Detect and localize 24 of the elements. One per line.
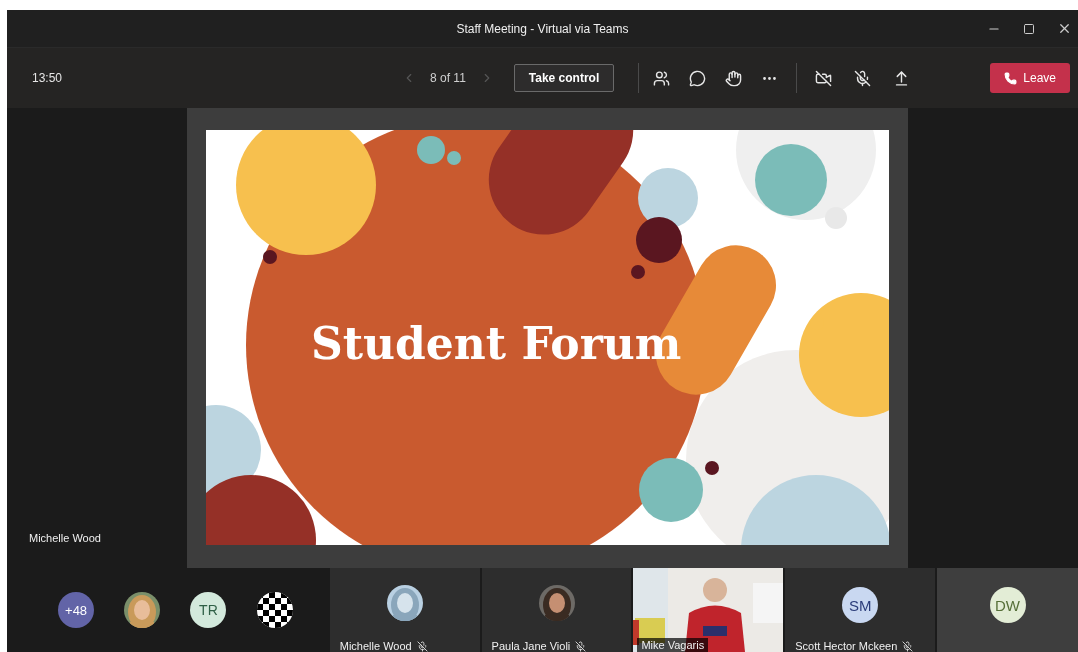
overflow-count-badge[interactable]: +48: [58, 592, 95, 628]
initials-avatar: DW: [989, 587, 1026, 623]
participant-name: Scott Hector Mckeen: [795, 640, 898, 652]
hand-icon[interactable]: [725, 69, 743, 87]
window-title: Staff Meeting - Virtual via Teams: [456, 21, 629, 36]
take-control-button[interactable]: Take control: [513, 64, 615, 92]
initials-avatar: SM: [842, 587, 879, 623]
close-icon[interactable]: [1057, 21, 1072, 36]
initials-avatar: TR: [190, 592, 227, 628]
chat-icon[interactable]: [689, 69, 707, 87]
participants-icon[interactable]: [653, 69, 671, 87]
participant-name: Mike Vagaris: [641, 639, 705, 651]
checkered-avatar: [256, 592, 293, 628]
participant-name: Michelle Wood: [339, 640, 412, 652]
presenter-name: Michelle Wood: [29, 532, 101, 544]
phone-icon: [1004, 71, 1018, 85]
participant-name: Paula Jane Violi: [491, 640, 571, 652]
maximize-icon[interactable]: [1023, 22, 1035, 35]
meeting-time: 13:50: [32, 71, 64, 85]
slide-counter: 8 of 11: [430, 71, 466, 85]
camera-off-icon[interactable]: [815, 69, 833, 87]
leave-button[interactable]: Leave: [990, 63, 1070, 93]
mic-off-icon[interactable]: [854, 69, 872, 87]
slide-title: Student Forum: [311, 318, 682, 369]
